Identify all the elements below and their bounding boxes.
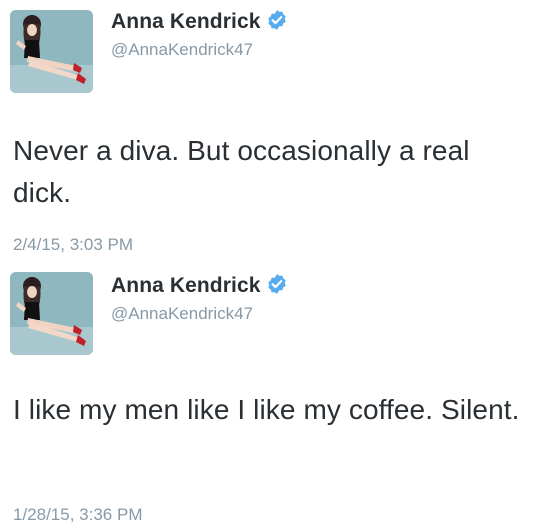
username-handle[interactable]: @AnnaKendrick47: [111, 304, 253, 324]
profile-photo-icon: [10, 272, 93, 355]
tweet-text: Never a diva. But occasionally a real di…: [13, 135, 470, 208]
verified-badge-icon: [267, 274, 286, 294]
tweet-card: Anna Kendrick @AnnaKendrick47 I like my …: [0, 262, 540, 529]
verified-badge-icon: [267, 10, 286, 30]
avatar[interactable]: [10, 10, 93, 93]
tweet-card: Anna Kendrick @AnnaKendrick47 Never a di…: [0, 0, 540, 262]
profile-photo-icon: [10, 10, 93, 93]
tweet-text: I like my men like I like my coffee. Sil…: [13, 394, 520, 425]
tweet-timestamp[interactable]: 1/28/15, 3:36 PM: [13, 505, 142, 525]
tweet-timestamp[interactable]: 2/4/15, 3:03 PM: [13, 235, 133, 255]
display-name[interactable]: Anna Kendrick: [111, 9, 288, 34]
display-name[interactable]: Anna Kendrick: [111, 273, 288, 298]
display-name-text: Anna Kendrick: [111, 274, 261, 297]
avatar[interactable]: [10, 272, 93, 355]
display-name-text: Anna Kendrick: [111, 10, 261, 33]
username-handle[interactable]: @AnnaKendrick47: [111, 40, 253, 60]
